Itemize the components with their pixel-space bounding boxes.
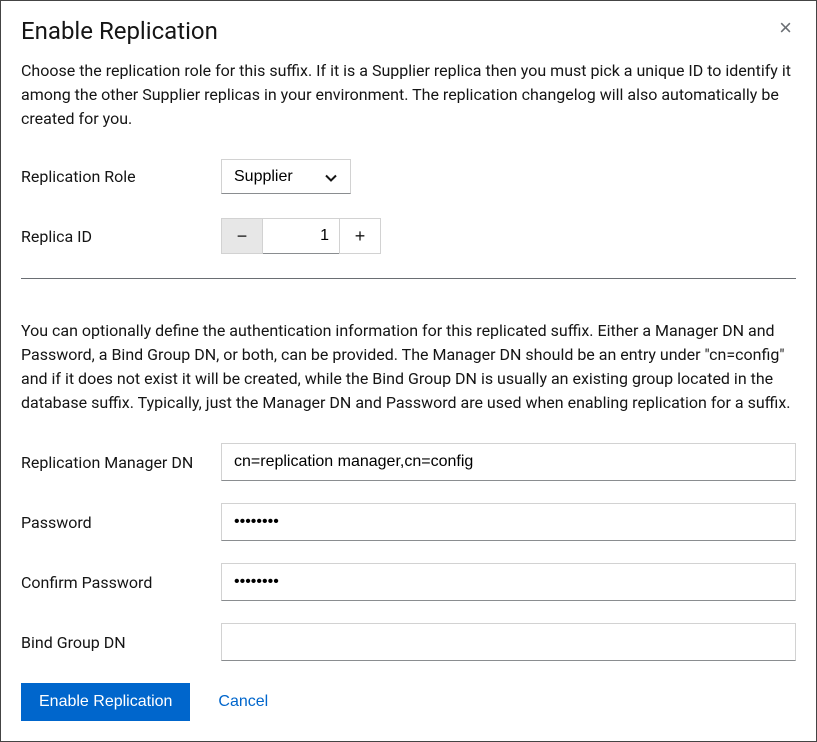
replica-id-input[interactable]: [263, 218, 339, 254]
replica-id-stepper: − +: [221, 218, 381, 254]
password-label: Password: [21, 513, 221, 532]
replica-id-label: Replica ID: [21, 227, 221, 246]
enable-replication-dialog: Enable Replication × Choose the replicat…: [0, 0, 817, 742]
dialog-footer: Enable Replication Cancel: [21, 683, 796, 721]
replication-role-select[interactable]: Supplier: [221, 159, 351, 194]
manager-dn-row: Replication Manager DN: [21, 443, 796, 481]
stepper-decrement-button[interactable]: −: [221, 218, 263, 254]
confirm-password-row: Confirm Password: [21, 563, 796, 601]
password-input[interactable]: [221, 503, 796, 541]
bind-group-dn-input[interactable]: [221, 623, 796, 661]
password-row: Password: [21, 503, 796, 541]
dialog-title: Enable Replication: [21, 17, 218, 45]
section-divider: [21, 278, 796, 279]
dialog-header: Enable Replication ×: [21, 17, 796, 45]
manager-dn-label: Replication Manager DN: [21, 453, 221, 472]
replication-role-row: Replication Role Supplier: [21, 159, 796, 194]
bind-group-dn-row: Bind Group DN: [21, 623, 796, 661]
stepper-increment-button[interactable]: +: [339, 218, 381, 254]
close-button[interactable]: ×: [775, 17, 796, 39]
bind-group-dn-label: Bind Group DN: [21, 633, 221, 652]
dialog-description-1: Choose the replication role for this suf…: [21, 59, 796, 131]
confirm-password-label: Confirm Password: [21, 573, 221, 592]
enable-replication-button[interactable]: Enable Replication: [21, 683, 190, 721]
manager-dn-input[interactable]: [221, 443, 796, 481]
replication-role-label: Replication Role: [21, 167, 221, 186]
close-icon: ×: [779, 15, 792, 40]
replication-role-select-wrapper: Supplier: [221, 159, 351, 194]
replica-id-row: Replica ID − +: [21, 218, 796, 254]
minus-icon: −: [237, 226, 248, 247]
confirm-password-input[interactable]: [221, 563, 796, 601]
dialog-description-2: You can optionally define the authentica…: [21, 319, 796, 415]
plus-icon: +: [355, 226, 366, 247]
cancel-button[interactable]: Cancel: [214, 683, 272, 721]
